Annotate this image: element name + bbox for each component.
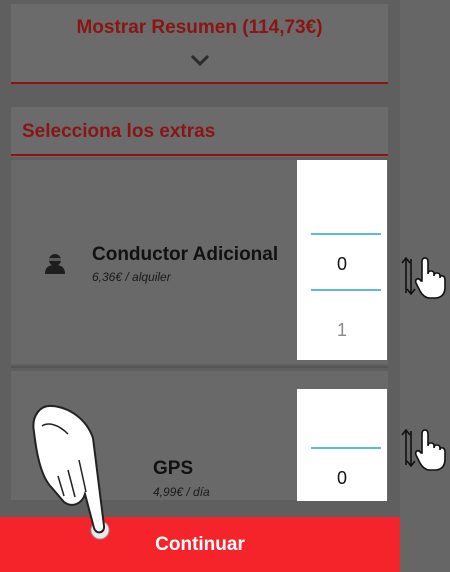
chevron-down-icon[interactable] bbox=[190, 53, 210, 67]
summary-label: Mostrar Resumen (114,73€) bbox=[76, 17, 323, 38]
picker-line bbox=[311, 289, 381, 291]
user-icon bbox=[44, 252, 66, 274]
extra-price: 4,99€ / día bbox=[153, 485, 210, 499]
swipe-up-down-hand-icon bbox=[398, 253, 446, 301]
swipe-up-down-hand-icon bbox=[398, 425, 446, 473]
extra-name: GPS bbox=[153, 458, 194, 479]
picker-line bbox=[311, 233, 381, 235]
summary-divider bbox=[11, 82, 388, 84]
extras-title: Selecciona los extras bbox=[22, 121, 216, 142]
tap-hand-icon bbox=[28, 400, 118, 545]
quantity-picker-additional-driver[interactable]: 0 1 bbox=[297, 160, 387, 360]
extra-name: Conductor Adicional bbox=[92, 244, 279, 265]
picker-selected-value[interactable]: 0 bbox=[297, 468, 387, 489]
picker-line bbox=[311, 447, 381, 449]
summary-toggle[interactable]: Mostrar Resumen (114,73€) bbox=[11, 4, 388, 84]
extras-divider bbox=[11, 154, 388, 156]
quantity-picker-gps[interactable]: 0 bbox=[297, 389, 387, 501]
extras-header: Selecciona los extras bbox=[11, 107, 388, 157]
picker-next-value[interactable]: 1 bbox=[297, 320, 387, 341]
extra-price: 6,36€ / alquiler bbox=[92, 270, 171, 284]
picker-selected-value[interactable]: 0 bbox=[297, 254, 387, 275]
item-separator bbox=[11, 366, 388, 368]
